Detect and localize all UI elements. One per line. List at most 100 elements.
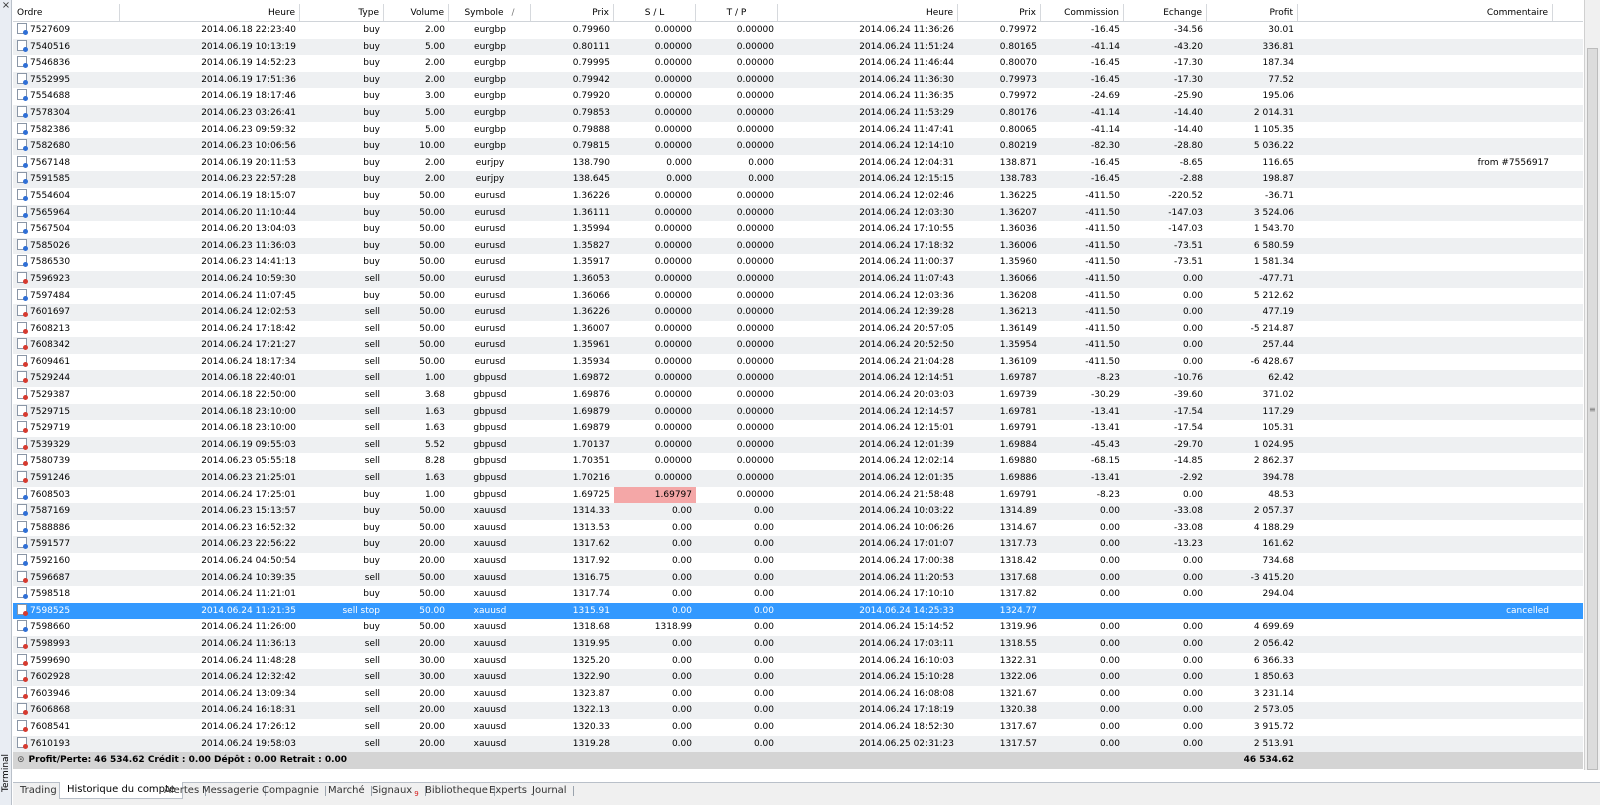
- table-row[interactable]: 7527609 2014.06.18 22:23:40 buy 2.00 eurgbp 0…: [13, 22, 1583, 39]
- column-header[interactable]: Ordre: [13, 4, 120, 21]
- table-row[interactable]: 7539329 2014.06.19 09:55:03 sell 5.52 gbpusd…: [13, 436, 1583, 454]
- column-header[interactable]: Type: [300, 4, 384, 21]
- column-header[interactable]: Heure: [778, 4, 958, 21]
- buy-order-icon: [17, 537, 28, 550]
- table-row[interactable]: 7567504 2014.06.20 13:04:03 buy 50.00 eurusd…: [13, 221, 1583, 238]
- column-header[interactable]: Commission: [1041, 4, 1124, 21]
- type-cell: buy: [363, 240, 380, 251]
- table-row[interactable]: 7578304 2014.06.23 03:26:41 buy 5.00 eurgbp 0…: [13, 104, 1583, 122]
- table-row[interactable]: 7610193 2014.06.24 19:58:03 sell 20.00 xauus…: [13, 735, 1583, 753]
- table-row[interactable]: 7596687 2014.06.24 10:39:35 sell 50.00 xauus…: [13, 569, 1583, 587]
- swap-cell: 0.00: [1182, 655, 1203, 666]
- column-header[interactable]: Prix: [958, 4, 1041, 21]
- table-row[interactable]: 7606868 2014.06.24 16:18:31 sell 20.00 xauus…: [13, 702, 1583, 719]
- table-row[interactable]: 7529387 2014.06.18 22:50:00 sell 3.68 gbpusd…: [13, 387, 1583, 404]
- open-time-cell: 2014.06.24 10:39:35: [201, 572, 296, 583]
- stop-loss-cell: 0.00000: [654, 141, 692, 152]
- table-row[interactable]: 7552995 2014.06.19 17:51:36 buy 2.00 eurgbp 0…: [13, 71, 1583, 89]
- table-row[interactable]: 7608342 2014.06.24 17:21:27 sell 50.00 eurus…: [13, 337, 1583, 354]
- table-row[interactable]: 7602928 2014.06.24 12:32:42 sell 30.00 xauus…: [13, 669, 1583, 686]
- stop-loss-cell: 0.00000: [654, 307, 692, 318]
- take-profit-cell: 0.00000: [736, 107, 774, 118]
- table-row[interactable]: 7591577 2014.06.23 22:56:22 buy 20.00 xauusd…: [13, 536, 1583, 553]
- table-row[interactable]: 7596923 2014.06.24 10:59:30 sell 50.00 eurus…: [13, 270, 1583, 288]
- type-cell: buy: [363, 489, 380, 500]
- close-time-cell: 2014.06.24 12:39:28: [859, 307, 954, 318]
- open-time-cell: 2014.06.18 23:10:00: [201, 423, 296, 434]
- table-row[interactable]: 7597484 2014.06.24 11:07:45 buy 50.00 eurusd…: [13, 288, 1583, 305]
- symbol-cell: eurusd: [474, 207, 506, 218]
- open-time-cell: 2014.06.24 18:17:34: [201, 356, 296, 367]
- table-row[interactable]: 7599690 2014.06.24 11:48:28 sell 30.00 xauus…: [13, 653, 1583, 670]
- tab-signaux[interactable]: Signaux 9: [365, 783, 426, 799]
- table-row[interactable]: 7598660 2014.06.24 11:26:00 buy 50.00 xauusd…: [13, 619, 1583, 636]
- order-cell: 7598660: [13, 619, 120, 636]
- table-row[interactable]: 7598993 2014.06.24 11:36:13 sell 20.00 xauus…: [13, 635, 1583, 653]
- column-header[interactable]: T / P: [696, 4, 778, 21]
- open-time-cell: 2014.06.24 12:32:42: [201, 672, 296, 683]
- open-time-cell: 2014.06.23 22:56:22: [201, 539, 296, 550]
- tab-journal[interactable]: Journal: [525, 783, 574, 799]
- open-time-cell: 2014.06.19 14:52:23: [201, 58, 296, 69]
- profit-cell: 77.52: [1268, 74, 1294, 85]
- commission-cell: -82.30: [1090, 141, 1120, 152]
- table-row[interactable]: 7598525 2014.06.24 11:21:35 sell stop 50.00…: [13, 602, 1583, 620]
- column-header[interactable]: S / L: [614, 4, 696, 21]
- vertical-scrollbar[interactable]: ≡: [1584, 0, 1600, 770]
- column-header[interactable]: Prix: [531, 4, 614, 21]
- symbol-cell: eurjpy: [475, 157, 505, 168]
- close-price-cell: 0.80065: [999, 124, 1037, 135]
- take-profit-cell: 0.00: [753, 721, 774, 732]
- table-row[interactable]: 7565964 2014.06.20 11:10:44 buy 50.00 eurusd…: [13, 204, 1583, 222]
- table-row[interactable]: 7591246 2014.06.23 21:25:01 sell 1.63 gbpusd…: [13, 470, 1583, 487]
- table-row[interactable]: 7582680 2014.06.23 10:06:56 buy 10.00 eurgbp…: [13, 138, 1583, 155]
- column-header[interactable]: Commentaire: [1298, 4, 1553, 21]
- table-row[interactable]: 7598518 2014.06.24 11:21:01 buy 50.00 xauusd…: [13, 586, 1583, 603]
- table-row[interactable]: 7554604 2014.06.19 18:15:07 buy 50.00 eurusd…: [13, 188, 1583, 205]
- table-row[interactable]: 7567148 2014.06.19 20:11:53 buy 2.00 eurjpy 1…: [13, 155, 1583, 172]
- column-header[interactable]: Heure: [120, 4, 300, 21]
- close-time-cell: 2014.06.24 11:36:35: [859, 91, 954, 102]
- table-row[interactable]: 7540516 2014.06.19 10:13:19 buy 5.00 eurgbp 0…: [13, 38, 1583, 56]
- table-row[interactable]: 7580739 2014.06.23 05:55:18 sell 8.28 gbpusd…: [13, 453, 1583, 470]
- table-row[interactable]: 7554688 2014.06.19 18:17:46 buy 3.00 eurgbp 0…: [13, 88, 1583, 105]
- table-row[interactable]: 7586530 2014.06.23 14:41:13 buy 50.00 eurusd…: [13, 254, 1583, 271]
- profit-cell: 257.44: [1262, 340, 1295, 351]
- table-row[interactable]: 7591585 2014.06.23 22:57:28 buy 2.00 eurjpy 1…: [13, 171, 1583, 188]
- table-row[interactable]: 7587169 2014.06.23 15:13:57 buy 50.00 xauusd…: [13, 503, 1583, 520]
- column-header[interactable]: Echange: [1124, 4, 1207, 21]
- stop-loss-cell: 0.00: [671, 638, 692, 649]
- volume-cell: 20.00: [419, 705, 445, 716]
- close-time-cell: 2014.06.24 12:01:39: [859, 439, 954, 450]
- commission-cell: -41.14: [1090, 41, 1120, 52]
- table-row[interactable]: 7585026 2014.06.23 11:36:03 buy 50.00 eurusd…: [13, 237, 1583, 255]
- stop-loss-cell: 0.00: [671, 738, 692, 749]
- close-icon[interactable]: ×: [1, 0, 11, 11]
- sell-order-icon: [17, 471, 28, 484]
- tab-trading[interactable]: Trading: [13, 783, 64, 799]
- table-row[interactable]: 7546836 2014.06.19 14:52:23 buy 2.00 eurgbp 0…: [13, 55, 1583, 72]
- history-table: Ordre Heure Type Volume Symbole / Prix S / LT /…: [13, 4, 1583, 769]
- column-header[interactable]: Volume: [384, 4, 449, 21]
- table-row[interactable]: 7582386 2014.06.23 09:59:32 buy 5.00 eurgbp 0…: [13, 122, 1583, 139]
- table-row[interactable]: 7529719 2014.06.18 23:10:00 sell 1.63 gbpusd…: [13, 420, 1583, 437]
- column-header[interactable]: Symbole /: [449, 4, 531, 21]
- table-row[interactable]: 7588886 2014.06.23 16:52:32 buy 50.00 xauusd…: [13, 520, 1583, 537]
- buy-order-icon: [17, 205, 28, 218]
- order-cell: 7596923: [13, 271, 120, 288]
- buy-order-icon: [17, 620, 28, 633]
- swap-cell: -17.30: [1173, 74, 1203, 85]
- table-row[interactable]: 7608503 2014.06.24 17:25:01 buy 1.00 gbpusd 1…: [13, 486, 1583, 504]
- tab-compagnie[interactable]: Compagnie: [255, 783, 326, 799]
- table-row[interactable]: 7601697 2014.06.24 12:02:53 sell 50.00 eurus…: [13, 304, 1583, 321]
- type-cell: sell: [364, 638, 380, 649]
- table-row[interactable]: 7529715 2014.06.18 23:10:00 sell 1.63 gbpusd…: [13, 403, 1583, 421]
- table-row[interactable]: 7608213 2014.06.24 17:18:42 sell 50.00 eurus…: [13, 321, 1583, 338]
- table-row[interactable]: 7609461 2014.06.24 18:17:34 sell 50.00 eurus…: [13, 354, 1583, 371]
- table-row[interactable]: 7592160 2014.06.24 04:50:54 buy 20.00 xauusd…: [13, 553, 1583, 570]
- close-time-cell: 2014.06.24 18:52:30: [859, 721, 954, 732]
- table-row[interactable]: 7529244 2014.06.18 22:40:01 sell 1.00 gbpusd…: [13, 370, 1583, 388]
- table-row[interactable]: 7603946 2014.06.24 13:09:34 sell 20.00 xauus…: [13, 686, 1583, 703]
- column-header[interactable]: Profit: [1207, 4, 1298, 21]
- table-row[interactable]: 7608541 2014.06.24 17:26:12 sell 20.00 xauus…: [13, 719, 1583, 736]
